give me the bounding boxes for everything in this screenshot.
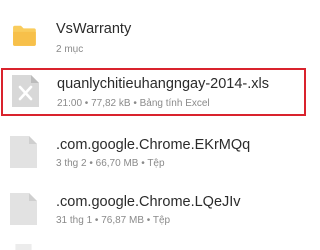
list-item-excel-file[interactable]: quanlychitieuhangngay-2014-.xls 21:00 • … xyxy=(1,68,306,116)
list-item-folder[interactable]: VsWarranty 2 mục xyxy=(0,4,311,64)
file-icon xyxy=(10,136,37,168)
file-title: .com.google.Chrome.EKrMQq xyxy=(56,137,251,153)
file-meta: 21:00 • 77,82 kB • Bảng tính Excel xyxy=(57,98,210,109)
list-item-file[interactable]: .com.google.Chrome.LQeJIv 31 thg 1 • 76,… xyxy=(0,188,311,248)
file-list: VsWarranty 2 mục quanlychitieuhangngay-2… xyxy=(0,0,311,250)
file-title: VsWarranty xyxy=(56,21,132,37)
file-title: quanlychitieuhangngay-2014-.xls xyxy=(57,76,270,92)
file-meta: 2 mục xyxy=(56,44,84,55)
list-item-file[interactable]: .com.google.Chrome.EKrMQq 3 thg 2 • 66,7… xyxy=(0,128,311,188)
file-icon xyxy=(10,193,37,225)
file-title: .com.google.Chrome.LQeJIv xyxy=(56,194,241,210)
file-meta: 3 thg 2 • 66,70 MB • Tệp xyxy=(56,158,165,169)
folder-icon xyxy=(13,25,36,46)
file-icon xyxy=(15,244,32,250)
excel-file-icon xyxy=(12,75,39,107)
file-meta: 31 thg 1 • 76,87 MB • Tệp xyxy=(56,215,171,226)
